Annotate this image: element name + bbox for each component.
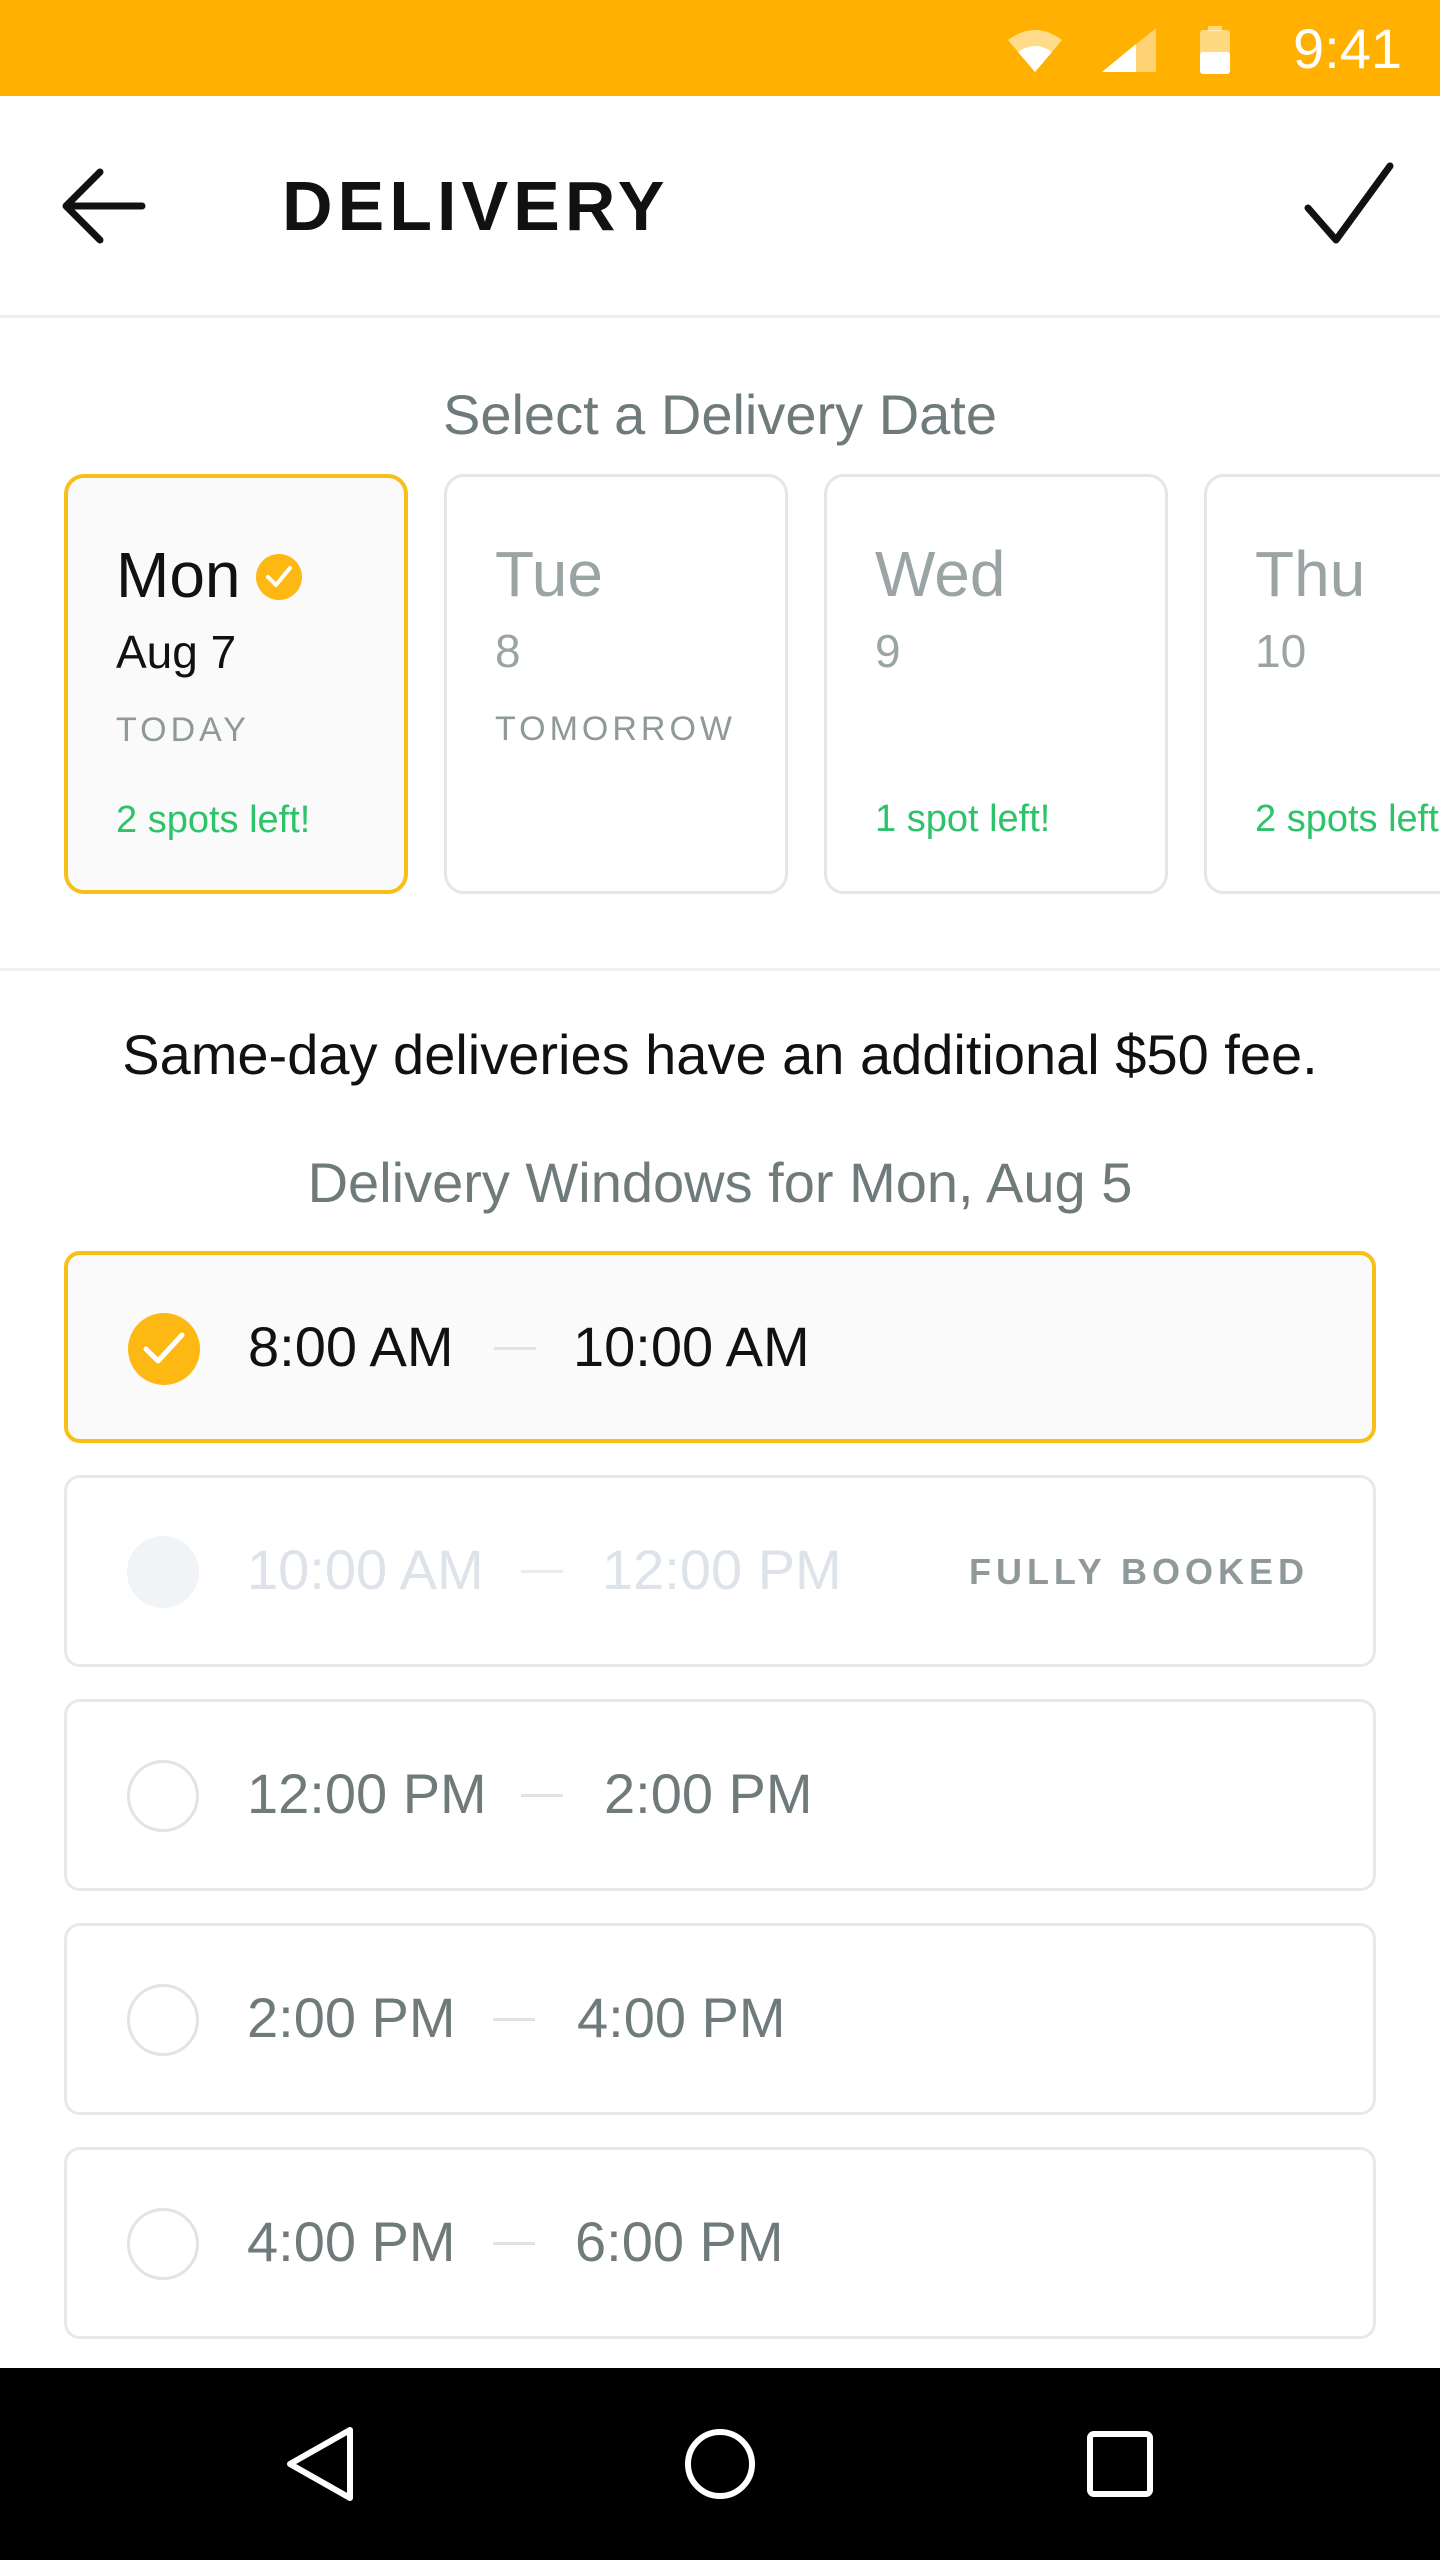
date-card-day: Mon: [116, 539, 241, 611]
date-card-wed[interactable]: Wed 9 1 spot left!: [824, 474, 1168, 894]
radio-unchecked-icon[interactable]: [127, 1984, 199, 2056]
date-card-date: Aug 7: [116, 626, 237, 678]
window-end-time: 10:00 AM: [573, 1315, 810, 1378]
home-circle-icon[interactable]: [678, 2422, 762, 2506]
arrow-left-icon[interactable]: [56, 158, 152, 254]
window-start-time: 10:00 AM: [247, 1538, 484, 1601]
time-separator: [494, 1347, 536, 1350]
date-section-label: Select a Delivery Date: [442, 383, 997, 446]
date-card-date: 8: [495, 625, 521, 677]
date-card-day: Thu: [1255, 538, 1366, 610]
wifi-icon: [1008, 30, 1062, 72]
date-card-tue[interactable]: Tue 8 TOMORROW: [444, 474, 788, 894]
date-card-sub: TOMORROW: [495, 710, 737, 748]
date-card-mon[interactable]: Mon Aug 7 TODAY 2 spots left!: [64, 474, 408, 894]
system-nav-bar: [0, 2368, 1440, 2560]
window-end-time: 12:00 PM: [602, 1538, 842, 1601]
window-start-time: 2:00 PM: [247, 1986, 456, 2049]
date-card-day: Wed: [875, 538, 1006, 610]
date-card-sub: TODAY: [116, 711, 250, 749]
page-title: DELIVERY: [282, 167, 670, 245]
radio-unchecked-icon[interactable]: [127, 1760, 199, 1832]
date-carousel[interactable]: Mon Aug 7 TODAY 2 spots left! Tue 8 TOMO…: [0, 474, 1440, 896]
window-start-time: 8:00 AM: [248, 1315, 454, 1378]
time-window-option[interactable]: 2:00 PM 4:00 PM: [64, 1923, 1376, 2115]
time-window-option[interactable]: 12:00 PM 2:00 PM: [64, 1699, 1376, 1891]
fee-note: Same-day deliveries have an additional $…: [122, 1023, 1318, 1086]
status-bar: 9:41: [0, 0, 1440, 96]
radio-unchecked-icon[interactable]: [127, 2208, 199, 2280]
time-separator: [521, 1570, 563, 1573]
battery-icon: [1200, 26, 1230, 74]
date-card-day: Tue: [495, 538, 603, 610]
date-card-spots: 2 spots left!: [116, 799, 311, 841]
window-start-time: 4:00 PM: [247, 2210, 456, 2273]
app-bar: DELIVERY: [0, 96, 1440, 318]
back-triangle-icon[interactable]: [278, 2422, 362, 2506]
time-separator: [493, 2018, 535, 2021]
check-icon: [143, 1332, 185, 1364]
radio-checked-icon[interactable]: [128, 1313, 200, 1385]
signal-icon: [1102, 28, 1156, 72]
date-card-spots: 2 spots left!: [1255, 798, 1440, 840]
date-card-date: 9: [875, 625, 901, 677]
fully-booked-badge: FULLY BOOKED: [968, 1551, 1309, 1592]
check-icon[interactable]: [1298, 156, 1398, 256]
window-start-time: 12:00 PM: [247, 1762, 487, 1825]
status-time: 9:41: [1293, 17, 1402, 80]
window-end-time: 6:00 PM: [575, 2210, 784, 2273]
window-end-time: 4:00 PM: [577, 1986, 786, 2049]
time-window-option: 10:00 AM 12:00 PM FULLY BOOKED: [64, 1475, 1376, 1667]
date-card-spots: 1 spot left!: [875, 798, 1051, 840]
date-card-date: 10: [1255, 625, 1307, 677]
time-separator: [521, 1794, 563, 1797]
date-card-thu[interactable]: Thu 10 2 spots left!: [1204, 474, 1440, 894]
window-end-time: 2:00 PM: [604, 1762, 813, 1825]
windows-section-label: Delivery Windows for Mon, Aug 5: [307, 1151, 1133, 1214]
time-window-option[interactable]: 8:00 AM 10:00 AM: [64, 1251, 1376, 1443]
recents-square-icon[interactable]: [1078, 2422, 1162, 2506]
check-circle-icon: [256, 554, 302, 600]
radio-disabled-icon: [127, 1536, 199, 1608]
time-window-option[interactable]: 4:00 PM 6:00 PM: [64, 2147, 1376, 2339]
time-separator: [493, 2242, 535, 2245]
section-divider: [0, 968, 1440, 971]
